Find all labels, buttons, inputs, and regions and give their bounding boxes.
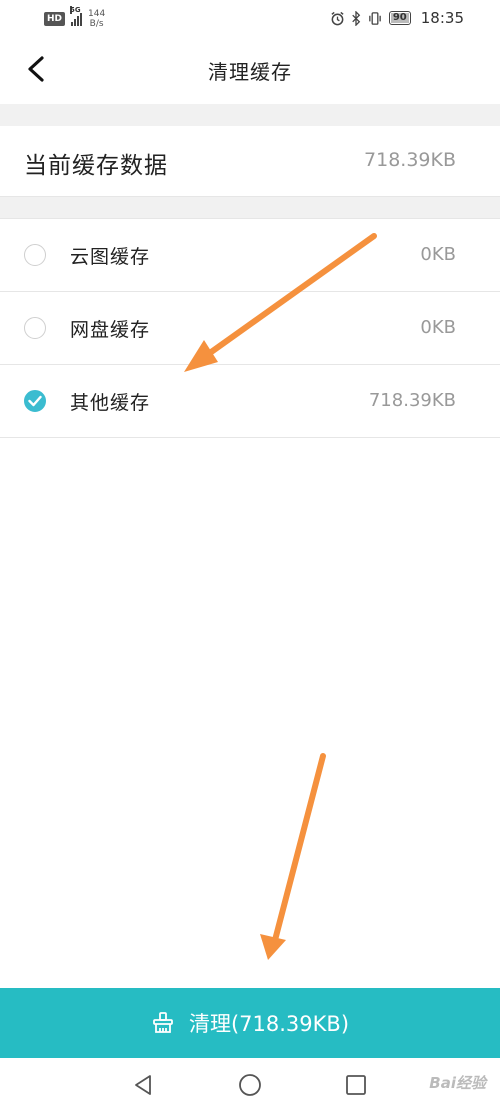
cache-item-cloud-image[interactable]: 云图缓存 0KB: [0, 219, 500, 292]
nav-back-button[interactable]: [130, 1072, 156, 1098]
checkbox-other[interactable]: [24, 390, 46, 412]
alarm-icon: [331, 11, 344, 25]
watermark: Bai经验: [429, 1074, 486, 1092]
checkbox-netdisk[interactable]: [24, 317, 46, 339]
cache-item-other[interactable]: 其他缓存 718.39KB: [0, 365, 500, 438]
checkmark-icon: [28, 395, 42, 407]
title-bar: 清理缓存: [0, 34, 500, 104]
battery-level: 90: [392, 12, 407, 23]
cache-item-size: 718.39KB: [368, 390, 456, 411]
section-divider: [0, 104, 500, 126]
vibrate-icon: [369, 11, 381, 25]
cache-item-label: 网盘缓存: [70, 319, 151, 341]
triangle-back-icon: [135, 1075, 151, 1095]
signal-icon: 5G: [70, 6, 83, 26]
checkbox-cloud-image[interactable]: [24, 244, 46, 266]
current-cache-value: 718.39KB: [364, 149, 456, 171]
bluetooth-icon: [352, 10, 361, 26]
status-time: 18:35: [420, 9, 464, 27]
clean-cache-button[interactable]: 清理(718.39KB): [0, 988, 500, 1058]
cache-item-netdisk[interactable]: 网盘缓存 0KB: [0, 292, 500, 365]
cache-list: 云图缓存 0KB 网盘缓存 0KB 其他缓存 718.39KB: [0, 218, 500, 438]
section-divider: [0, 196, 500, 218]
nav-recents-button[interactable]: [343, 1072, 369, 1098]
circle-home-icon: [239, 1074, 261, 1096]
battery-icon: 90: [388, 11, 411, 25]
cache-item-label: 其他缓存: [70, 392, 151, 414]
status-right: 90 18:35: [330, 9, 464, 27]
cache-item-size: 0KB: [420, 244, 456, 265]
cache-item-label: 云图缓存: [70, 246, 151, 268]
current-cache-label: 当前缓存数据: [24, 153, 168, 179]
status-left: HD 5G 144 B/s: [44, 6, 105, 29]
status-bar: HD 5G 144 B/s 90 18:35: [0, 0, 500, 34]
speed-value: 144: [88, 9, 106, 19]
cache-item-size: 0KB: [420, 317, 456, 338]
network-type: 5G: [70, 6, 81, 14]
current-cache-summary: 当前缓存数据 718.39KB: [0, 126, 500, 197]
broom-icon: [153, 1012, 173, 1033]
square-recents-icon: [346, 1075, 366, 1095]
annotation-arrow-icon: [260, 753, 326, 960]
hd-badge: HD: [44, 12, 66, 26]
navigation-bar: Bai经验: [0, 1058, 500, 1111]
network-speed: 144 B/s: [88, 9, 105, 29]
speed-unit: B/s: [89, 19, 104, 29]
nav-home-button[interactable]: [237, 1072, 263, 1098]
clean-button-label: 清理(718.39KB): [188, 1012, 350, 1036]
page-title: 清理缓存: [208, 60, 292, 84]
